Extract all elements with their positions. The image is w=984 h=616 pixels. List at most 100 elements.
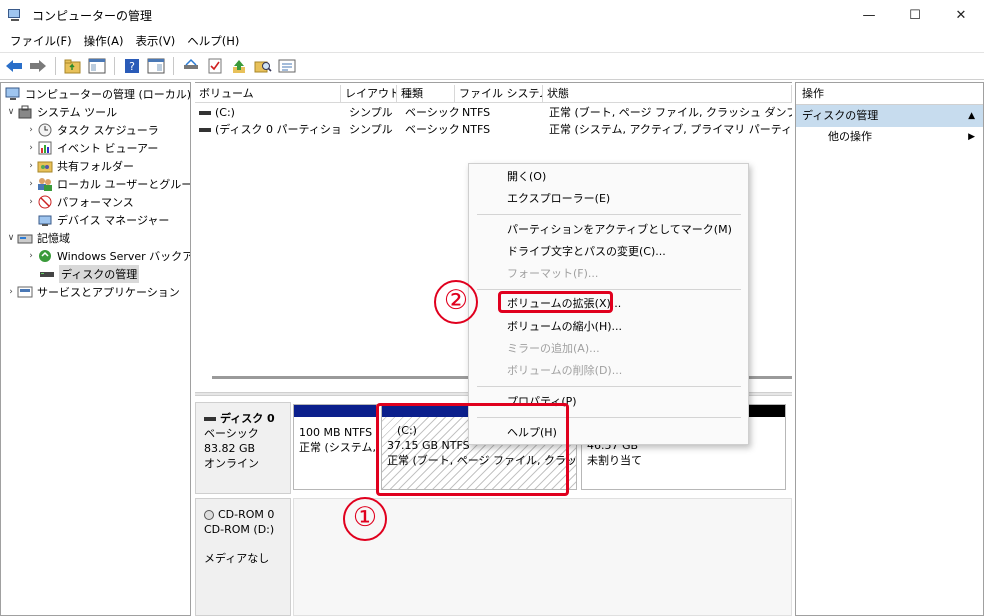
volume-list-header: ボリューム レイアウト 種類 ファイル システム 状態: [195, 85, 792, 103]
cdrom0-label[interactable]: CD-ROM 0 CD-ROM (D:) メディアなし: [195, 498, 291, 616]
tree-item-label: 共有フォルダー: [57, 160, 134, 173]
expander-icon[interactable]: ›: [25, 179, 37, 189]
menu-view[interactable]: 表示(V): [129, 33, 181, 49]
layout-cell: シンプル: [349, 106, 393, 119]
checklist-icon[interactable]: [205, 56, 225, 76]
expander-icon[interactable]: ∨: [5, 233, 17, 243]
shared-folder-icon: [37, 159, 53, 173]
menu-item-properties[interactable]: プロパティ(P): [507, 393, 577, 411]
menu-item-format: フォーマット(F)...: [507, 267, 599, 280]
tree-item-system-tools[interactable]: ∨ システム ツール: [5, 103, 117, 121]
expander-icon[interactable]: ›: [25, 251, 37, 261]
minimize-button[interactable]: —: [846, 0, 892, 30]
tree-item-performance[interactable]: › パフォーマンス: [25, 193, 134, 211]
cdrom0-name: CD-ROM 0: [218, 508, 275, 521]
menu-item-extend-volume[interactable]: ボリュームの拡張(X)...: [507, 295, 621, 313]
column-header-volume[interactable]: ボリューム: [195, 85, 341, 103]
tree-item-label: イベント ビューアー: [57, 142, 159, 155]
partition-status: 正常 (ブート, ページ ファイル, クラッシュ ダ: [387, 454, 577, 467]
fs-cell: NTFS: [462, 106, 491, 119]
disk0-size: 83.82 GB: [204, 442, 256, 455]
expander-icon[interactable]: ›: [25, 197, 37, 207]
tree-item-storage[interactable]: ∨ 記憶域: [5, 229, 70, 247]
expander-icon[interactable]: ›: [25, 143, 37, 153]
help-icon[interactable]: ?: [122, 56, 142, 76]
tree-item-event-viewer[interactable]: › イベント ビューアー: [25, 139, 158, 157]
partition-status: 正常 (システム,: [299, 441, 376, 454]
disk0-type: ベーシック: [204, 427, 259, 440]
connect-icon[interactable]: [181, 56, 201, 76]
action-pane-icon[interactable]: [146, 56, 166, 76]
menu-item-shrink-volume[interactable]: ボリュームの縮小(H)...: [507, 318, 622, 336]
toolbar-separator: [173, 57, 174, 75]
tree-item-label: タスク スケジューラ: [57, 124, 159, 137]
column-header-type[interactable]: 種類: [397, 85, 455, 103]
disk0-label[interactable]: ディスク 0 ベーシック 83.82 GB オンライン: [195, 402, 291, 494]
up-folder-icon[interactable]: [63, 56, 83, 76]
title-bar: コンピューターの管理 — ☐ ✕: [0, 0, 984, 30]
menu-item-mark-active[interactable]: パーティションをアクティブとしてマーク(M): [507, 221, 732, 239]
forward-arrow-icon[interactable]: [28, 56, 48, 76]
menu-action[interactable]: 操作(A): [78, 33, 130, 49]
toolbar: ?: [0, 52, 984, 80]
menu-separator: [477, 386, 741, 387]
tree-item-computer-management[interactable]: コンピューターの管理 (ローカル): [5, 85, 191, 103]
tree-item-device-manager[interactable]: デバイス マネージャー: [37, 211, 169, 229]
step-1-marker: ①: [343, 497, 387, 541]
column-header-status[interactable]: 状態: [543, 85, 792, 103]
cdrom-icon: [204, 510, 214, 520]
tree-item-label: システム ツール: [37, 106, 118, 119]
tree-item-shared-folders[interactable]: › 共有フォルダー: [25, 157, 134, 175]
column-header-layout[interactable]: レイアウト: [341, 85, 397, 103]
submenu-arrow-icon: ▶: [968, 132, 975, 142]
drive-icon: [199, 111, 211, 115]
users-icon: [37, 177, 53, 191]
menu-item-explorer[interactable]: エクスプローラー(E): [507, 190, 610, 208]
collapse-up-icon[interactable]: ▲: [968, 105, 975, 127]
volume-row[interactable]: (ディスク 0 パーティション 1) シンプル ベーシック NTFS 正常 (シ…: [195, 122, 792, 138]
menu-separator: [477, 214, 741, 215]
up-arrow-icon[interactable]: [229, 56, 249, 76]
menu-item-add-mirror: ミラーの追加(A)...: [507, 342, 600, 355]
menu-item-change-drive-letter[interactable]: ドライブ文字とパスの変更(C)...: [507, 243, 666, 261]
actions-header: 操作: [796, 83, 983, 105]
column-header-filesystem[interactable]: ファイル システム: [455, 85, 543, 103]
svg-text:?: ?: [129, 60, 135, 73]
maximize-button[interactable]: ☐: [892, 0, 938, 30]
expander-icon[interactable]: ›: [25, 161, 37, 171]
expander-icon[interactable]: ›: [5, 287, 17, 297]
menu-separator: [477, 417, 741, 418]
actions-section-disk-management[interactable]: ディスクの管理 ▲: [796, 105, 983, 127]
services-icon: [17, 285, 33, 299]
search-folder-icon[interactable]: [253, 56, 273, 76]
partition-system[interactable]: 100 MB NTFS 正常 (システム,: [293, 404, 377, 490]
tree-item-local-users[interactable]: › ローカル ユーザーとグループ: [25, 175, 190, 193]
tree-item-windows-server-backup[interactable]: › Windows Server バックア: [25, 247, 190, 265]
fs-cell: NTFS: [462, 123, 491, 136]
status-cell: 正常 (ブート, ページ ファイル, クラッシュ ダンプ, プライマ: [549, 106, 792, 119]
event-viewer-icon: [37, 141, 53, 155]
close-button[interactable]: ✕: [938, 0, 984, 30]
toolbar-separator: [114, 57, 115, 75]
menu-file[interactable]: ファイル(F): [4, 33, 78, 49]
tree-item-services-apps[interactable]: › サービスとアプリケーション: [5, 283, 180, 301]
disk0-name: ディスク 0: [220, 412, 275, 425]
tree-item-label: ディスクの管理: [59, 265, 140, 283]
menu-item-help[interactable]: ヘルプ(H): [507, 424, 557, 442]
tree-item-label: コンピューターの管理 (ローカル): [25, 88, 191, 101]
menu-help[interactable]: ヘルプ(H): [181, 33, 245, 49]
actions-item-more-actions[interactable]: 他の操作 ▶: [796, 127, 983, 147]
type-cell: ベーシック: [405, 123, 459, 136]
volume-row[interactable]: (C:) シンプル ベーシック NTFS 正常 (ブート, ページ ファイル, …: [195, 105, 792, 121]
properties-icon[interactable]: [277, 56, 297, 76]
menu-item-delete-volume: ボリュームの削除(D)...: [507, 364, 623, 377]
clock-icon: [37, 123, 53, 137]
disk0-state: オンライン: [204, 457, 259, 470]
back-arrow-icon[interactable]: [4, 56, 24, 76]
tree-item-task-scheduler[interactable]: › タスク スケジューラ: [25, 121, 159, 139]
console-tree-icon[interactable]: [87, 56, 107, 76]
tree-item-disk-management[interactable]: ディスクの管理: [39, 265, 140, 283]
expander-icon[interactable]: ∨: [5, 107, 17, 117]
expander-icon[interactable]: ›: [25, 125, 37, 135]
menu-item-open[interactable]: 開く(O): [507, 168, 546, 186]
